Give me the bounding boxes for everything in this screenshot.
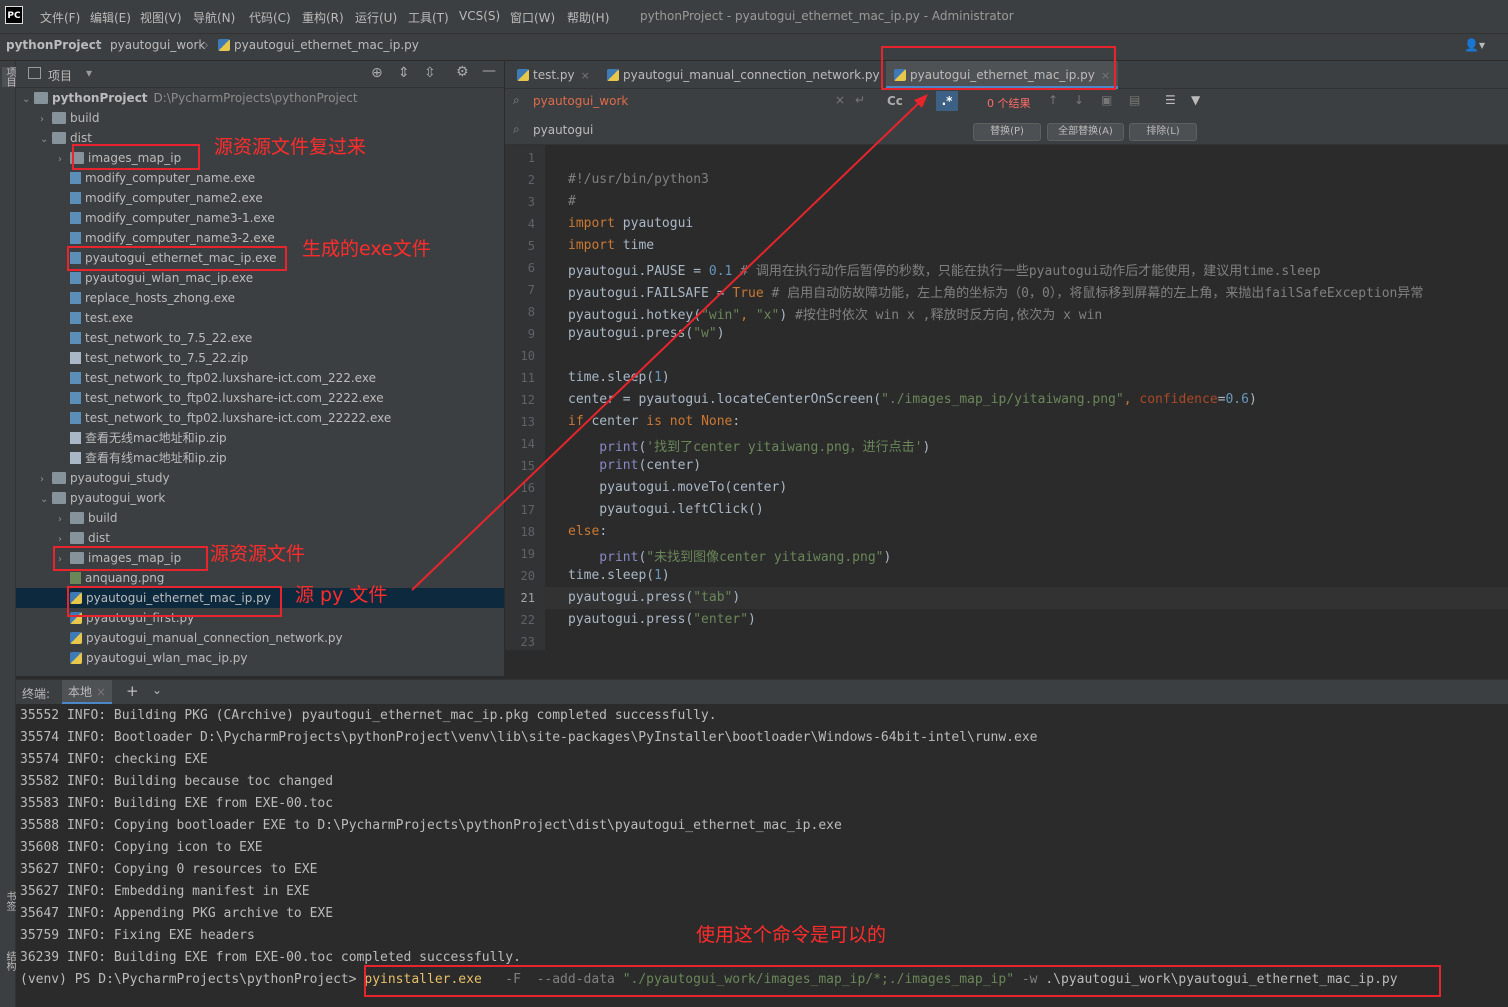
annotation-arrow-line [411, 99, 923, 591]
annotation-arrow [411, 94, 928, 591]
